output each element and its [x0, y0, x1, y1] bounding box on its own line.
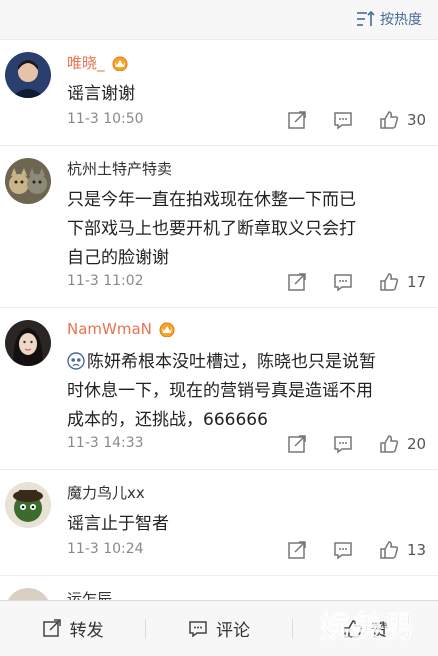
username[interactable]: 魔力鸟儿xx [67, 482, 145, 503]
comment-item: 运乍辰 [0, 576, 438, 600]
sort-lines-icon [357, 10, 375, 26]
avatar[interactable] [5, 588, 51, 600]
username[interactable]: 唯晓_ [67, 52, 129, 73]
comment-item: 唯晓_ 谣言谢谢 11-3 10:50 30 [0, 40, 438, 146]
comment-text-line: 自己的脸谢谢 [67, 248, 169, 268]
sad-face-icon [67, 352, 85, 370]
crown-icon [159, 322, 175, 337]
avatar[interactable] [5, 158, 51, 204]
comment-text-line: 下部戏马上也要开机了断章取义只会打 [67, 219, 356, 239]
comment-meta: 11-3 10:24 13 [67, 539, 438, 561]
sort-label: 按热度 [380, 12, 422, 28]
comment-label: 评论 [215, 621, 250, 641]
sort-by-heat-button[interactable]: 按热度 [356, 9, 422, 29]
comment-text-line: 时休息一下，现在的营销号真是造谣不用 [67, 381, 373, 401]
comment-meta: 11-3 11:02 17 [67, 271, 438, 293]
comment-item: NamWmaN 陈妍希根本没吐槽过，陈晓也只是说暂 时休息一下，现在的营销号真是… [0, 308, 438, 470]
username[interactable]: 杭州土特产特卖 [67, 158, 172, 179]
share-icon[interactable] [286, 539, 308, 561]
share-icon[interactable] [286, 433, 308, 455]
avatar[interactable] [5, 482, 51, 528]
avatar[interactable] [5, 320, 51, 366]
like-count: 17 [407, 273, 427, 291]
share-icon[interactable] [286, 109, 308, 131]
comment-meta: 11-3 10:50 30 [67, 109, 438, 131]
comment-text: 只是今年一直在拍戏现在休整一下而已 下部戏马上也要开机了断章取义只会打 自己的脸… [67, 186, 427, 273]
comment-text: 谣言止于智者 [67, 514, 169, 534]
reply-icon[interactable] [332, 271, 354, 293]
comment-time: 11-3 10:50 [67, 111, 144, 127]
reply-icon[interactable] [332, 539, 354, 561]
like-icon[interactable] [378, 271, 400, 293]
comment-text-line: 成本的，还挑战，666666 [67, 410, 268, 430]
avatar[interactable] [5, 52, 51, 98]
comment-text-line: 只是今年一直在拍戏现在休整一下而已 [67, 190, 356, 210]
comment-list: 唯晓_ 谣言谢谢 11-3 10:50 30 杭州土特产特卖 只是今年一直在拍戏… [0, 40, 438, 600]
repost-label: 转发 [69, 621, 104, 641]
comment-text: 陈妍希根本没吐槽过，陈晓也只是说暂 时休息一下，现在的营销号真是造谣不用 成本的… [67, 348, 427, 435]
comment-item: 杭州土特产特卖 只是今年一直在拍戏现在休整一下而已 下部戏马上也要开机了断章取义… [0, 146, 438, 308]
username[interactable]: 运乍辰 [67, 588, 112, 600]
share-icon[interactable] [286, 271, 308, 293]
comment-button[interactable]: 评论 [146, 601, 291, 656]
comment-icon [189, 620, 207, 637]
like-icon[interactable] [378, 109, 400, 131]
crown-icon [112, 56, 128, 71]
username[interactable]: NamWmaN [67, 320, 176, 338]
reply-icon[interactable] [332, 109, 354, 131]
watermark: 娱美男 [320, 610, 416, 646]
comment-item: 魔力鸟儿xx 谣言止于智者 11-3 10:24 13 [0, 470, 438, 576]
like-icon[interactable] [378, 433, 400, 455]
like-icon[interactable] [378, 539, 400, 561]
reply-icon[interactable] [332, 433, 354, 455]
comment-text-line: 陈妍希根本没吐槽过，陈晓也只是说暂 [67, 348, 427, 377]
repost-icon [42, 618, 61, 637]
like-count: 30 [407, 111, 427, 129]
comment-time: 11-3 11:02 [67, 273, 144, 289]
comment-time: 11-3 14:33 [67, 435, 144, 451]
repost-button[interactable]: 转发 [0, 601, 145, 656]
comment-time: 11-3 10:24 [67, 541, 144, 557]
comment-meta: 11-3 14:33 20 [67, 433, 438, 455]
top-bar: 按热度 [0, 0, 438, 40]
comment-text: 谣言谢谢 [67, 84, 135, 104]
like-count: 20 [407, 435, 427, 453]
like-count: 13 [407, 541, 427, 559]
